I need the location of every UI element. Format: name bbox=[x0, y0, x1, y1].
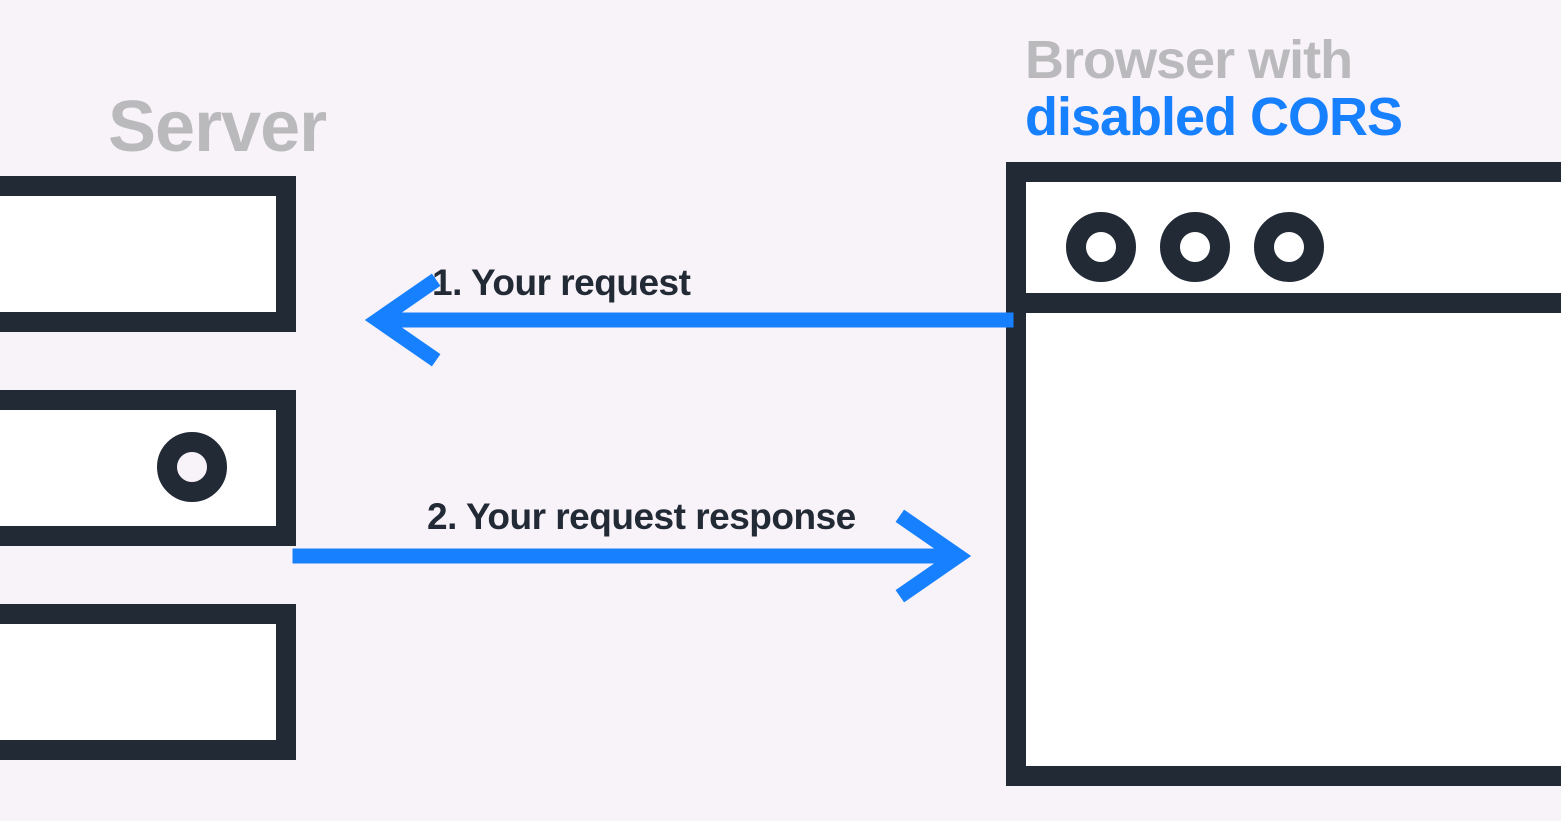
server-indicator-dot-icon bbox=[157, 432, 227, 502]
window-control-dot-icon bbox=[1160, 212, 1230, 282]
server-title: Server bbox=[108, 86, 326, 168]
window-control-dot-icon bbox=[1066, 212, 1136, 282]
server-rack-unit-2 bbox=[0, 390, 296, 546]
browser-title-line1: Browser with bbox=[1025, 30, 1352, 90]
arrow-label-response: 2. Your request response bbox=[427, 496, 856, 538]
browser-topbar bbox=[1026, 182, 1561, 313]
window-control-dot-icon bbox=[1254, 212, 1324, 282]
browser-window bbox=[1006, 162, 1561, 786]
server-rack-unit-1 bbox=[0, 176, 296, 332]
server-rack-unit-3 bbox=[0, 604, 296, 760]
browser-title: Browser with disabled CORS bbox=[1025, 32, 1402, 145]
browser-window-controls bbox=[1066, 212, 1324, 282]
browser-title-line2: disabled CORS bbox=[1025, 87, 1402, 147]
diagram-stage: Server Browser with disabled CORS 1. You… bbox=[0, 0, 1561, 821]
arrow-label-request: 1. Your request bbox=[432, 262, 690, 304]
